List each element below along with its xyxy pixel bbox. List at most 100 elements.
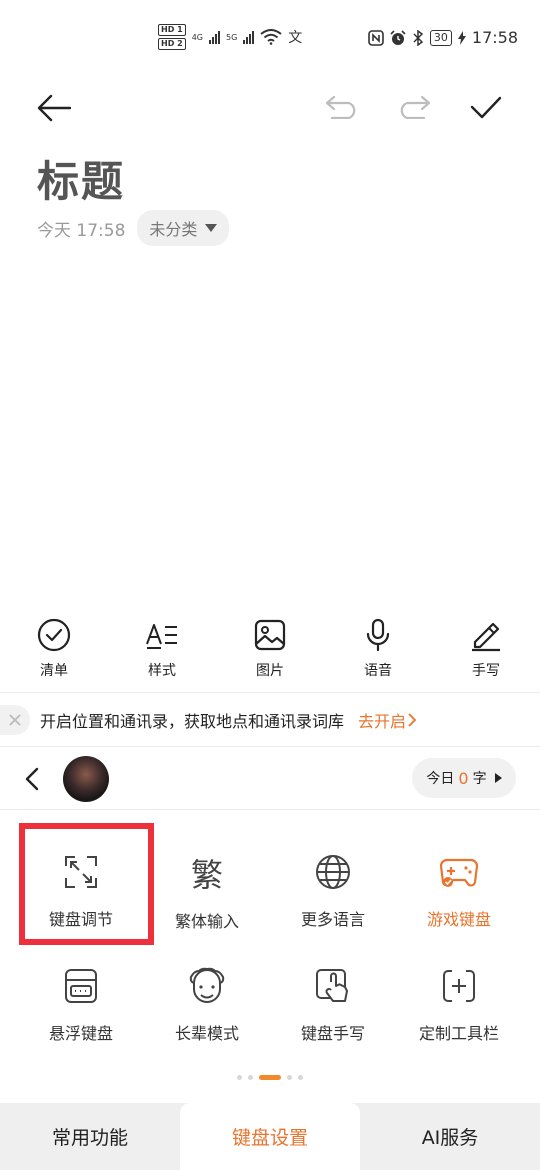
microphone-icon bbox=[366, 618, 390, 652]
gamepad-icon bbox=[439, 858, 479, 887]
note-body[interactable] bbox=[0, 255, 540, 610]
undo-button[interactable] bbox=[322, 92, 362, 122]
toolbar-voice-label: 语音 bbox=[364, 663, 392, 679]
tab-label: 常用功能 bbox=[51, 1127, 128, 1149]
check-icon bbox=[470, 96, 502, 119]
grid-item-floating-keyboard[interactable]: 悬浮键盘 bbox=[16, 934, 146, 1044]
editor-toolbar: 清单 样式 图片 语音 手写 bbox=[0, 618, 540, 690]
banner-close-button[interactable] bbox=[0, 705, 30, 735]
grid-item-label: 长辈模式 bbox=[174, 1024, 239, 1043]
divider bbox=[0, 746, 540, 747]
permission-banner: 开启位置和通讯录，获取地点和通讯录词库 去开启 bbox=[0, 694, 540, 746]
toolbar-handwrite[interactable]: 手写 bbox=[446, 618, 526, 690]
confirm-button[interactable] bbox=[466, 90, 506, 124]
status-bar: HD 1 HD 2 4G 5G 文 30 17:58 bbox=[0, 0, 540, 80]
handwriting-icon bbox=[316, 969, 348, 1002]
undo-icon bbox=[325, 95, 356, 119]
note-meta: 今天 17:58 未分类 bbox=[37, 210, 230, 246]
traditional-char-icon: 繁 bbox=[190, 856, 223, 894]
page-dot bbox=[298, 1074, 303, 1080]
page-dot-active bbox=[259, 1074, 281, 1080]
page-indicator bbox=[0, 1072, 540, 1082]
grid-item-elder-mode[interactable]: 长辈模式 bbox=[142, 934, 272, 1044]
keyboard-panel-header: 今日 0 字 bbox=[0, 750, 540, 808]
selection-highlight bbox=[19, 823, 154, 945]
tab-label: AI服务 bbox=[421, 1127, 479, 1149]
banner-enable-link[interactable]: 去开启 bbox=[358, 708, 417, 732]
toolbar-voice[interactable]: 语音 bbox=[338, 618, 418, 690]
grid-item-label: 定制工具栏 bbox=[418, 1024, 499, 1043]
globe-icon bbox=[316, 855, 350, 889]
category-dropdown[interactable]: 未分类 bbox=[137, 210, 230, 246]
network-indicators: HD 1 HD 2 4G 5G 文 bbox=[158, 24, 302, 50]
bottom-tab-bar: 常用功能 键盘设置 AI服务 bbox=[0, 1103, 540, 1170]
toolbar-checklist-label: 清单 bbox=[40, 663, 68, 679]
alarm-icon bbox=[390, 29, 406, 45]
note-title[interactable]: 标题 bbox=[37, 148, 125, 209]
word-count-pill[interactable]: 今日 0 字 bbox=[412, 758, 516, 798]
nfc-icon bbox=[368, 29, 384, 46]
page-dot bbox=[248, 1074, 253, 1080]
grid-item-game-keyboard[interactable]: 游戏键盘 bbox=[394, 820, 524, 930]
grid-item-keyboard-handwriting[interactable]: 键盘手写 bbox=[268, 934, 398, 1044]
chevron-down-icon bbox=[205, 224, 218, 232]
hd1-badge: HD 1 bbox=[158, 24, 186, 36]
signal2-icon bbox=[243, 30, 255, 44]
signal1-icon bbox=[208, 30, 220, 44]
charging-icon bbox=[457, 30, 466, 45]
system-indicators: 30 17:58 bbox=[368, 28, 518, 47]
banner-enable-label: 去开启 bbox=[358, 712, 407, 731]
page-dot bbox=[287, 1074, 292, 1080]
panel-back-button[interactable] bbox=[18, 764, 46, 794]
toolbar-checklist[interactable]: 清单 bbox=[14, 618, 94, 690]
floating-keyboard-icon bbox=[65, 969, 97, 1003]
today-label: 今日 bbox=[426, 771, 455, 787]
hd2-badge: HD 2 bbox=[158, 38, 186, 50]
checklist-icon bbox=[37, 618, 71, 652]
note-header bbox=[0, 80, 540, 134]
battery-level: 30 bbox=[429, 29, 452, 46]
grid-item-label: 更多语言 bbox=[300, 910, 365, 929]
grid-item-traditional[interactable]: 繁 繁体输入 bbox=[142, 820, 272, 931]
bluetooth-icon bbox=[413, 29, 424, 46]
chevron-left-icon bbox=[25, 767, 39, 791]
grid-item-custom-toolbar[interactable]: 定制工具栏 bbox=[394, 934, 524, 1044]
pen-icon bbox=[472, 622, 500, 652]
word-unit: 字 bbox=[472, 771, 487, 787]
clock: 17:58 bbox=[471, 28, 518, 47]
tab-label: 键盘设置 bbox=[231, 1127, 308, 1149]
toolbar-style-label: 样式 bbox=[148, 663, 176, 679]
elder-face-icon bbox=[189, 967, 225, 1003]
grid-item-label: 键盘手写 bbox=[300, 1024, 365, 1043]
toolbar-handwrite-label: 手写 bbox=[472, 663, 500, 679]
grid-item-label: 悬浮键盘 bbox=[48, 1024, 113, 1043]
tab-ai-services[interactable]: AI服务 bbox=[360, 1103, 540, 1170]
grid-item-more-languages[interactable]: 更多语言 bbox=[268, 820, 398, 930]
translate-icon: 文 bbox=[288, 30, 303, 46]
divider bbox=[0, 809, 540, 810]
divider bbox=[0, 692, 540, 693]
net1-label: 4G bbox=[191, 32, 203, 42]
text-style-icon bbox=[146, 624, 177, 649]
redo-icon bbox=[400, 95, 431, 119]
toolbar-style[interactable]: 样式 bbox=[122, 618, 202, 690]
keyboard-settings-grid: 键盘调节 繁 繁体输入 更多语言 游戏键盘 悬浮键盘 长辈模式 键盘手写 定制工… bbox=[0, 820, 540, 1060]
back-button[interactable] bbox=[34, 90, 74, 126]
toolbar-image-label: 图片 bbox=[256, 663, 284, 679]
play-arrow-icon bbox=[494, 773, 502, 783]
wifi-icon bbox=[260, 29, 282, 45]
avatar[interactable] bbox=[63, 756, 109, 802]
close-icon bbox=[9, 714, 21, 726]
banner-text: 开启位置和通讯录，获取地点和通讯录词库 bbox=[40, 712, 345, 731]
category-label: 未分类 bbox=[149, 220, 198, 239]
back-arrow-icon bbox=[37, 94, 71, 122]
grid-item-label: 游戏键盘 bbox=[426, 910, 491, 929]
note-date: 今天 17:58 bbox=[37, 220, 126, 241]
custom-toolbar-icon bbox=[443, 970, 475, 1002]
toolbar-image[interactable]: 图片 bbox=[230, 618, 310, 690]
image-icon bbox=[254, 619, 286, 651]
net2-label: 5G bbox=[225, 32, 238, 42]
tab-keyboard-settings[interactable]: 键盘设置 bbox=[180, 1103, 360, 1170]
tab-common-functions[interactable]: 常用功能 bbox=[0, 1103, 180, 1170]
redo-button[interactable] bbox=[394, 92, 434, 122]
